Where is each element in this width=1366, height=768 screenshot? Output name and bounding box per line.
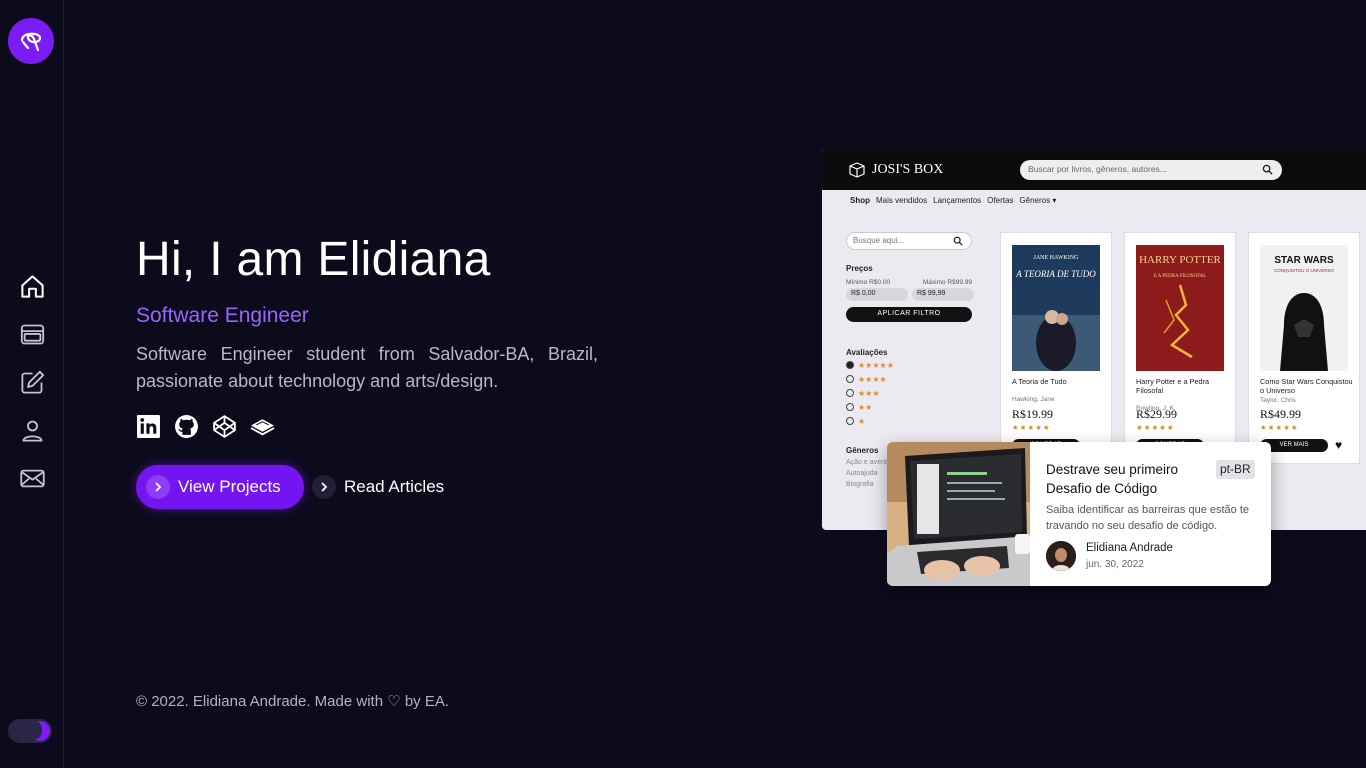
page-title: Hi, I am Elidiana bbox=[136, 233, 491, 286]
preview-apply-button: APLICAR FILTRO bbox=[846, 307, 972, 322]
preview-menu-item: Mais vendidos bbox=[876, 196, 928, 205]
preview-menu-item: Lançamentos bbox=[933, 196, 982, 205]
preview-brand: JOSI'S BOX bbox=[848, 161, 943, 179]
user-icon bbox=[22, 420, 42, 442]
read-articles-button[interactable]: Read Articles bbox=[312, 473, 444, 501]
mail-icon bbox=[19, 469, 45, 487]
search-icon bbox=[1262, 164, 1273, 175]
logo-icon[interactable] bbox=[8, 18, 54, 64]
preview-book-card: STAR WARS CONQUISTOU O UNIVERSO Como Sta… bbox=[1248, 232, 1360, 464]
svg-text:E A PEDRA FILOSOFAL: E A PEDRA FILOSOFAL bbox=[1154, 274, 1207, 279]
preview-min-input: R$ 0,00 bbox=[846, 288, 908, 301]
svg-text:HARRY POTTER: HARRY POTTER bbox=[1139, 254, 1221, 266]
preview-rating-option: ★ bbox=[846, 417, 976, 428]
language-badge: pt-BR bbox=[1216, 460, 1255, 479]
preview-book-price: R$49.99 bbox=[1260, 407, 1302, 421]
article-card[interactable]: Destrave seu primeiro Desafio de Código … bbox=[887, 442, 1271, 586]
preview-menu-item: Ofertas bbox=[987, 196, 1014, 205]
preview-ratings-heading: Avaliações bbox=[846, 348, 888, 357]
preview-menu-item: Gêneros ▾ bbox=[1019, 196, 1057, 205]
preview-book-stars: ★★★★★ bbox=[1260, 423, 1299, 432]
preview-book-stars: ★★★★★ bbox=[1136, 423, 1175, 432]
preview-book-price: R$29.99 bbox=[1136, 407, 1178, 421]
nav-articles[interactable] bbox=[16, 366, 48, 398]
preview-menu-item: Shop bbox=[850, 196, 870, 205]
preview-rating-option: ★★★★ bbox=[846, 375, 976, 386]
preview-book-card: HARRY POTTER E A PEDRA FILOSOFAL Harry P… bbox=[1124, 232, 1236, 464]
preview-book-title: A Teoria de Tudo bbox=[1012, 377, 1067, 386]
preview-min-label: Mínimo R$0.00 bbox=[846, 279, 891, 286]
preview-rating-option: ★★★★★ bbox=[846, 361, 976, 372]
social-links bbox=[136, 414, 275, 439]
svg-text:A TEORIA DE TUDO: A TEORIA DE TUDO bbox=[1015, 269, 1096, 279]
home-icon bbox=[20, 274, 44, 298]
sidebar bbox=[0, 0, 64, 768]
view-projects-button[interactable]: View Projects bbox=[136, 465, 304, 509]
nav-projects[interactable] bbox=[16, 318, 48, 350]
chevron-right-icon bbox=[146, 475, 170, 499]
article-thumbnail bbox=[887, 442, 1030, 586]
preview-book-title: Como Star Wars Conquistou o Universo bbox=[1260, 377, 1353, 395]
svg-text:STAR WARS: STAR WARS bbox=[1274, 255, 1334, 266]
book-link[interactable] bbox=[250, 414, 275, 439]
preview-search: Buscar por livros, gêneros, autores... bbox=[1020, 160, 1282, 180]
preview-price-inputs: R$ 0,00 R$ 99,99 bbox=[846, 288, 976, 301]
preview-book-stars: ★★★★★ bbox=[1012, 423, 1051, 432]
footer-text: © 2022. Elidiana Andrade. Made with ♡ by… bbox=[136, 693, 450, 710]
linkedin-icon bbox=[137, 415, 160, 438]
search-icon bbox=[953, 236, 963, 246]
preview-book-title: Harry Potter e a Pedra Filosofal bbox=[1136, 377, 1210, 395]
codepen-icon bbox=[213, 415, 236, 438]
preview-rating-option: ★★ bbox=[846, 403, 976, 414]
browser-window-icon bbox=[20, 324, 44, 344]
preview-prices-heading: Preços bbox=[846, 264, 873, 273]
linkedin-link[interactable] bbox=[136, 414, 161, 439]
nav-about[interactable] bbox=[16, 414, 48, 446]
preview-filter-placeholder: Busque aqui... bbox=[853, 236, 905, 245]
preview-menu: Shop Mais vendidos Lançamentos Ofertas G… bbox=[850, 196, 1056, 205]
svg-text:JANE HAWKING: JANE HAWKING bbox=[1033, 255, 1079, 261]
role-subtitle: Software Engineer bbox=[136, 304, 309, 327]
book-icon bbox=[250, 419, 275, 436]
nav-contact[interactable] bbox=[16, 462, 48, 494]
preview-max-label: Máximo R$99.99 bbox=[922, 279, 972, 286]
chevron-right-icon bbox=[312, 475, 336, 499]
edit-icon bbox=[20, 370, 44, 394]
bio-text: Software Engineer student from Salvador-… bbox=[136, 344, 598, 391]
preview-book-author: Hawking, Jane bbox=[1012, 396, 1055, 403]
main-nav bbox=[16, 270, 48, 510]
theme-toggle[interactable] bbox=[8, 719, 52, 743]
preview-book-author: Taylor, Chris bbox=[1260, 397, 1296, 404]
article-title: Destrave seu primeiro Desafio de Código bbox=[1046, 462, 1179, 496]
preview-book-card: JANE HAWKING A TEORIA DE TUDO A Teoria d… bbox=[1000, 232, 1112, 464]
svg-text:CONQUISTOU O UNIVERSO: CONQUISTOU O UNIVERSO bbox=[1274, 268, 1334, 273]
view-projects-label: View Projects bbox=[178, 477, 281, 496]
box-icon bbox=[849, 162, 865, 178]
preview-filter-search: Busque aqui... bbox=[846, 232, 972, 250]
preview-book-price: R$19.99 bbox=[1012, 407, 1054, 421]
article-date: jun. 30, 2022 bbox=[1086, 559, 1144, 570]
heart-icon: ♥ bbox=[1335, 438, 1343, 452]
github-icon bbox=[175, 415, 198, 438]
preview-price-labels: Mínimo R$0.00 Máximo R$99.99 bbox=[846, 279, 972, 286]
read-articles-label: Read Articles bbox=[344, 477, 445, 496]
avatar bbox=[1046, 541, 1076, 571]
article-author: Elidiana Andrade bbox=[1086, 542, 1173, 554]
preview-header: JOSI'S BOX Buscar por livros, gêneros, a… bbox=[822, 148, 1366, 190]
article-description: Saiba identificar as barreiras que estão… bbox=[1046, 504, 1250, 532]
preview-search-placeholder: Buscar por livros, gêneros, autores... bbox=[1028, 164, 1167, 174]
book-cover-harry-potter: HARRY POTTER E A PEDRA FILOSOFAL bbox=[1136, 245, 1224, 371]
moon-icon bbox=[30, 721, 50, 741]
preview-book-grid: JANE HAWKING A TEORIA DE TUDO A Teoria d… bbox=[1000, 232, 1360, 464]
book-cover-theory: JANE HAWKING A TEORIA DE TUDO bbox=[1012, 245, 1100, 371]
codepen-link[interactable] bbox=[212, 414, 237, 439]
book-cover-star-wars: STAR WARS CONQUISTOU O UNIVERSO bbox=[1260, 245, 1348, 371]
preview-brand-name: JOSI'S BOX bbox=[872, 162, 944, 177]
github-link[interactable] bbox=[174, 414, 199, 439]
nav-home[interactable] bbox=[16, 270, 48, 302]
preview-ratings: ★★★★★ ★★★★ ★★★ ★★ ★ bbox=[846, 361, 976, 428]
preview-rating-option: ★★★ bbox=[846, 389, 976, 400]
preview-max-input: R$ 99,99 bbox=[912, 288, 974, 301]
